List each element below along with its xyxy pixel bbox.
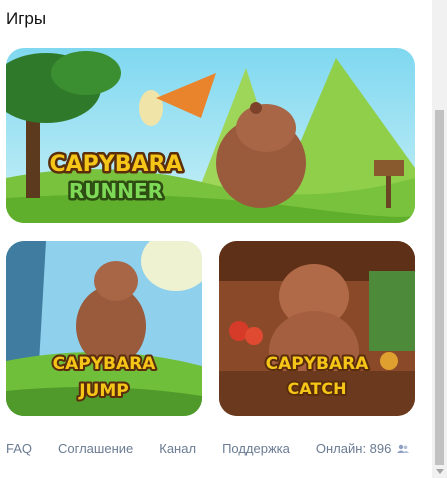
jump-logo-line2: JUMP: [78, 381, 129, 401]
game-card-capybara-catch[interactable]: CAPYBARA CATCH: [219, 241, 415, 416]
game-card-capybara-runner[interactable]: CAPYBARA RUNNER: [6, 48, 415, 223]
scrollbar[interactable]: [432, 0, 447, 478]
faq-link[interactable]: FAQ: [6, 440, 32, 458]
runner-logo-line1: CAPYBARA: [50, 152, 183, 177]
capybara-runner-artwork: CAPYBARA RUNNER: [6, 48, 415, 223]
online-counter: Онлайн: 896: [315, 440, 410, 458]
users-icon: [397, 444, 410, 453]
jump-logo-line1: CAPYBARA: [53, 354, 157, 374]
catch-logo-line2: CATCH: [288, 379, 347, 398]
capybara-jump-artwork: CAPYBARA JUMP: [6, 241, 202, 416]
scrollbar-thumb[interactable]: [435, 110, 444, 465]
support-link[interactable]: Поддержка: [222, 440, 290, 458]
online-label: Онлайн: 896: [315, 441, 392, 456]
game-card-capybara-jump[interactable]: CAPYBARA JUMP: [6, 241, 202, 416]
scroll-down-arrow-icon[interactable]: [436, 469, 444, 474]
footer-links: FAQ Соглашение Канал Поддержка Онлайн: 8…: [6, 440, 415, 458]
catch-logo-line1: CAPYBARA: [266, 354, 370, 374]
capybara-catch-artwork: CAPYBARA CATCH: [219, 241, 415, 416]
agreement-link[interactable]: Соглашение: [58, 440, 133, 458]
channel-link[interactable]: Канал: [159, 440, 196, 458]
runner-logo-line2: RUNNER: [69, 179, 163, 203]
section-title: Игры: [6, 9, 47, 28]
